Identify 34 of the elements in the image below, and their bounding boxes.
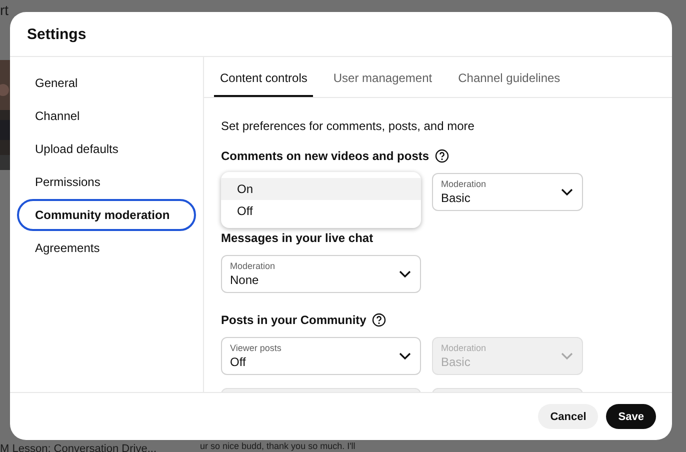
save-button[interactable]: Save [606, 404, 656, 429]
tab[interactable]: User management [327, 57, 438, 97]
field-label: Viewer posts [230, 343, 282, 353]
field-label: Moderation [441, 179, 488, 189]
section-title: Posts in your Community [221, 313, 366, 327]
background-text: M Lesson: Conversation Drive... [0, 443, 157, 452]
field-value: Off [230, 355, 247, 369]
menu-option[interactable]: On [221, 178, 421, 200]
description-text: Set preferences for comments, posts, and more [221, 119, 476, 133]
cancel-button[interactable]: Cancel [538, 404, 598, 429]
dialog-title: Settings [27, 26, 86, 42]
sidebar-item[interactable]: Upload defaults [17, 133, 196, 165]
background-text: ur so nice budd, thank you so much. I'll [200, 441, 356, 451]
help-icon[interactable] [372, 313, 386, 327]
select-field[interactable]: Moderation Basic [432, 173, 583, 211]
sidebar-item[interactable]: Community moderation [17, 199, 196, 231]
help-icon[interactable] [435, 149, 450, 163]
sidebar-item[interactable]: Channel [17, 100, 196, 132]
field-value: Basic [441, 191, 472, 205]
tab[interactable]: Content controls [214, 57, 314, 97]
field-label: Moderation [230, 261, 276, 271]
select-field[interactable]: Viewer posts Off [221, 337, 421, 375]
sidebar-item[interactable]: General [17, 67, 196, 99]
field-value: Basic [441, 355, 472, 369]
field-label: Moderation [441, 343, 488, 353]
tab[interactable]: Channel guidelines [452, 57, 566, 97]
section-title: Messages in your live chat [221, 231, 374, 245]
menu-option[interactable]: Off [221, 200, 421, 222]
sidebar-item[interactable]: Permissions [17, 166, 196, 198]
select-field[interactable]: Moderation None [221, 255, 421, 293]
field-value: None [230, 273, 260, 287]
background-text: rt [0, 2, 9, 18]
section-title: Comments on new videos and posts [221, 149, 430, 163]
sidebar-item[interactable]: Agreements [17, 232, 196, 264]
